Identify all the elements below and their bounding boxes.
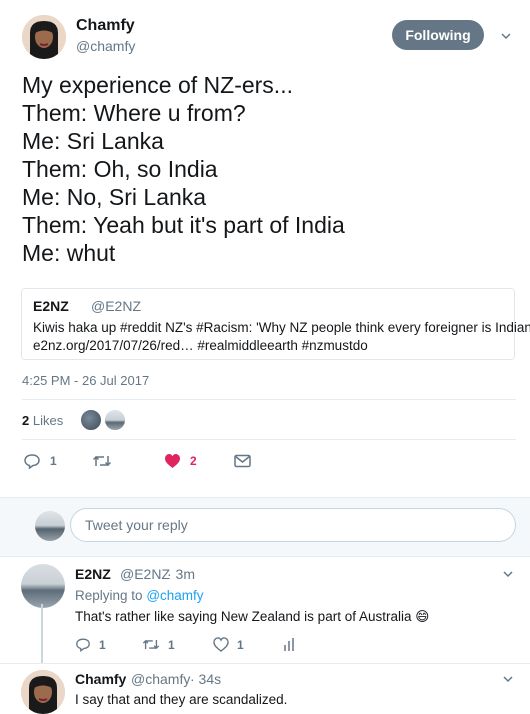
following-button[interactable]: Following — [392, 20, 484, 50]
divider — [22, 439, 516, 440]
like-count: 1 — [237, 637, 244, 652]
quoted-line: Kiwis haka up #reddit NZ's #Racism: 'Why… — [33, 320, 530, 335]
reply-icon — [76, 638, 90, 652]
reply-author-name[interactable]: E2NZ — [75, 566, 111, 582]
replying-to-handle[interactable]: @chamfy — [146, 588, 203, 603]
message-action[interactable] — [234, 454, 251, 468]
quoted-author-name: E2NZ — [33, 298, 69, 314]
quoted-line: e2nz.org/2017/07/26/red… #realmiddleeart… — [33, 338, 368, 353]
tweet-line: Me: No, Sri Lanka — [22, 184, 207, 210]
reply-count: 1 — [99, 637, 106, 652]
chevron-down-icon[interactable] — [502, 673, 514, 685]
chevron-down-icon[interactable] — [500, 30, 512, 42]
reply-time[interactable]: · 3m — [167, 566, 195, 582]
tweet-timestamp[interactable]: 4:25 PM - 26 Jul 2017 — [22, 373, 149, 388]
heart-outline-icon — [213, 637, 229, 652]
likes-count[interactable]: 2 Likes — [22, 413, 63, 428]
analytics-action[interactable] — [283, 637, 297, 652]
like-count: 2 — [190, 454, 197, 468]
retweet-icon — [92, 455, 112, 467]
like-action[interactable]: 1 — [213, 637, 244, 652]
current-user-avatar — [35, 511, 65, 541]
retweet-count: 1 — [168, 637, 175, 652]
author-avatar[interactable] — [22, 15, 66, 59]
analytics-icon — [284, 638, 294, 651]
reply-input[interactable]: Tweet your reply — [70, 508, 516, 542]
retweet-action[interactable] — [92, 453, 112, 469]
replying-to-prefix: Replying to — [75, 588, 143, 603]
reply-text: That's rather like saying New Zealand is… — [75, 609, 429, 625]
reply-author-avatar[interactable] — [21, 670, 65, 714]
reply-author-name[interactable]: Chamfy — [75, 671, 126, 687]
chevron-down-icon[interactable] — [502, 568, 514, 580]
reply-time[interactable]: · 34s — [190, 671, 221, 687]
divider — [22, 399, 516, 400]
likes-number: 2 — [22, 413, 30, 428]
quoted-text: Kiwis haka up #reddit NZ's #Racism: 'Why… — [33, 319, 530, 355]
author-name[interactable]: Chamfy — [76, 17, 135, 35]
reply-author-handle[interactable]: @chamfy — [131, 671, 190, 687]
replying-to: Replying to @chamfy — [75, 588, 204, 603]
envelope-icon — [234, 454, 251, 468]
author-handle[interactable]: @chamfy — [76, 38, 135, 54]
reply-icon — [24, 454, 40, 469]
tweet-line: Me: Sri Lanka — [22, 128, 164, 154]
quoted-author-handle: @E2NZ — [91, 298, 141, 314]
reply-action[interactable]: 1 — [75, 637, 106, 652]
reply-body: That's rather like saying New Zealand is… — [75, 609, 412, 624]
reply-author-avatar[interactable] — [21, 564, 65, 608]
liker-avatar[interactable] — [104, 409, 126, 431]
thread-connector — [41, 604, 43, 664]
tweet-line: Me: whut — [22, 240, 116, 266]
reply-action[interactable]: 1 — [23, 453, 57, 469]
reply-text: I say that and they are scandalized. — [75, 692, 288, 707]
retweet-icon — [142, 639, 160, 650]
heart-icon — [165, 454, 180, 468]
tweet-line: Them: Yeah but it's part of India — [22, 212, 345, 238]
quoted-tweet[interactable]: E2NZ @E2NZ Kiwis haka up #reddit NZ's #R… — [21, 288, 530, 360]
like-action[interactable]: 2 — [164, 453, 197, 469]
liker-avatar[interactable] — [80, 409, 102, 431]
tweet-text: My experience of NZ-ers... Them: Where u… — [22, 71, 345, 267]
divider — [0, 663, 530, 664]
reply-composer: Tweet your reply — [0, 497, 530, 557]
reply-author-handle[interactable]: @E2NZ — [120, 566, 170, 582]
tweet-line: My experience of NZ-ers... — [22, 72, 293, 98]
tweet-line: Them: Oh, so India — [22, 156, 218, 182]
grin-emoji: 😄 — [415, 609, 430, 624]
reply-count: 1 — [50, 454, 57, 468]
likes-label: Likes — [32, 413, 64, 428]
tweet-line: Them: Where u from? — [22, 100, 246, 126]
retweet-action[interactable]: 1 — [142, 637, 175, 652]
